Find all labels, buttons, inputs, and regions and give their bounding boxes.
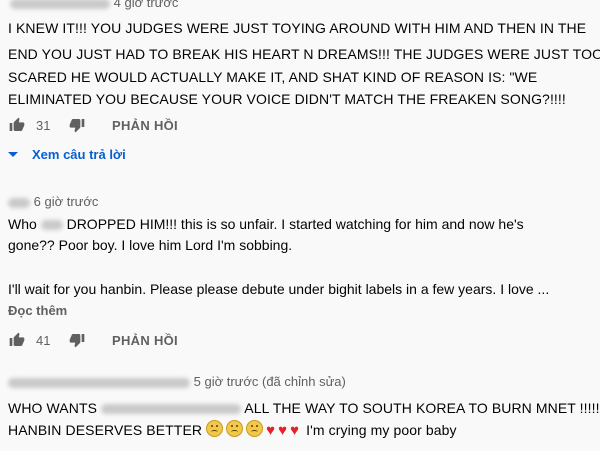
comment-text-line: I KNEW IT!!! YOU JUDGES WERE JUST TOYING… bbox=[8, 20, 587, 36]
comment-text-line: Who DROPPED HIM!!! this is so unfair. I … bbox=[8, 214, 524, 235]
like-count: 31 bbox=[36, 117, 51, 133]
comment-text-line: SCARED HE WOULD ACTUALLY MAKE IT, AND SH… bbox=[8, 69, 538, 85]
comment-text-line: END YOU JUST HAD TO BREAK HIS HEART N DR… bbox=[8, 46, 600, 62]
comment-text-line: HANBIN DESERVES BETTER ♥ ♥ ♥ I'm crying my… bbox=[8, 420, 457, 442]
view-replies-button[interactable]: Xem câu trả lời bbox=[8, 147, 126, 162]
comment-text: I'm crying my poor baby bbox=[306, 422, 457, 438]
comment-text: ALL THE WAY TO SOUTH KOREA TO BURN MNET … bbox=[244, 400, 600, 416]
thumbs-down-icon[interactable] bbox=[68, 116, 86, 134]
thumbs-up-icon[interactable] bbox=[8, 116, 26, 134]
read-more-button[interactable]: Đọc thêm bbox=[8, 303, 67, 318]
redacted-text bbox=[40, 220, 63, 231]
reply-button[interactable]: PHẢN HỒI bbox=[112, 333, 178, 348]
worried-face-emoji bbox=[226, 420, 244, 437]
author-name-blurred[interactable] bbox=[10, 0, 110, 9]
author-name-blurred[interactable] bbox=[8, 377, 190, 388]
comment-text-line: gone?? Poor boy. I love him Lord I'm sob… bbox=[8, 237, 293, 253]
comment-text-line: ELIMINATED YOU BECAUSE YOUR VOICE DIDN'T… bbox=[8, 91, 566, 107]
author-name-blurred[interactable] bbox=[8, 197, 30, 208]
red-heart-emoji: ♥ bbox=[290, 422, 300, 439]
red-heart-emoji: ♥ bbox=[266, 422, 276, 439]
comment-text: HANBIN DESERVES BETTER bbox=[8, 422, 203, 438]
comment-header: 6 giờ trước bbox=[8, 194, 98, 209]
caret-down-icon bbox=[8, 152, 18, 157]
comment-text: Who bbox=[8, 216, 37, 232]
comment-header: 4 giờ trước bbox=[10, 0, 178, 10]
thumbs-up-icon[interactable] bbox=[8, 331, 26, 349]
comment-text: WHO WANTS bbox=[8, 400, 98, 416]
comment-actions: 31 PHẢN HỒI bbox=[8, 115, 178, 135]
comment-text-line: I'll wait for you hanbin. Please please … bbox=[8, 281, 550, 297]
red-heart-emoji: ♥ bbox=[278, 422, 288, 439]
reply-button[interactable]: PHẢN HỒI bbox=[112, 118, 178, 133]
comment-actions: 41 PHẢN HỒI bbox=[8, 330, 178, 350]
comment-time[interactable]: 5 giờ trước (đã chỉnh sửa) bbox=[194, 374, 346, 389]
worried-face-emoji bbox=[206, 420, 224, 437]
thumbs-down-icon[interactable] bbox=[68, 331, 86, 349]
comment-time[interactable]: 6 giờ trước bbox=[34, 194, 99, 209]
worried-face-emoji bbox=[246, 420, 264, 437]
comment-text: DROPPED HIM!!! this is so unfair. I star… bbox=[66, 216, 524, 232]
comment-time[interactable]: 4 giờ trước bbox=[114, 0, 179, 10]
view-replies-label: Xem câu trả lời bbox=[32, 147, 126, 162]
redacted-text bbox=[101, 404, 242, 415]
like-count: 41 bbox=[36, 332, 51, 348]
comment-header: 5 giờ trước (đã chỉnh sửa) bbox=[8, 374, 346, 389]
comment-text-line: WHO WANTS ALL THE WAY TO SOUTH KOREA TO … bbox=[8, 398, 600, 419]
